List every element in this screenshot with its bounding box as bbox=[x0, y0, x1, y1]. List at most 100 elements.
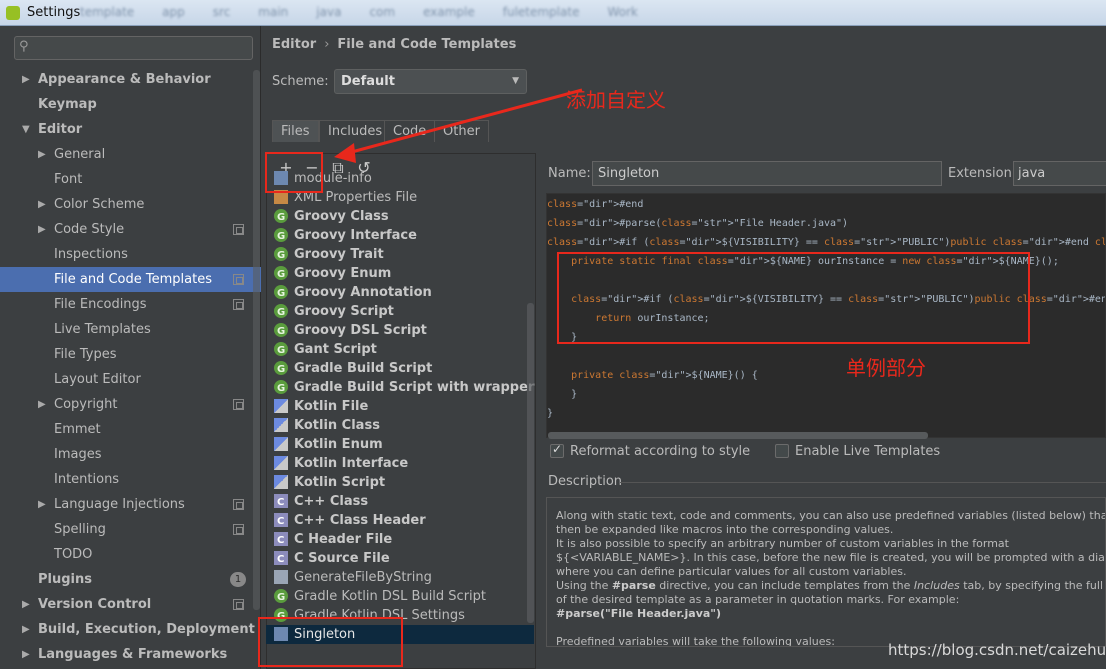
project-scope-icon bbox=[233, 274, 244, 285]
groovy-icon bbox=[274, 227, 288, 246]
expand-arrow-right-icon[interactable]: ▶ bbox=[38, 492, 46, 517]
template-item[interactable]: Kotlin Class bbox=[274, 416, 536, 435]
sidebar-item-inspections[interactable]: Inspections bbox=[0, 242, 261, 267]
description-line: #parse("File Header.java") bbox=[556, 607, 722, 620]
template-item[interactable]: Kotlin Enum bbox=[274, 435, 536, 454]
template-item[interactable]: C++ Class bbox=[274, 492, 536, 512]
breadcrumb-root: Editor bbox=[272, 37, 317, 52]
sidebar-item-images[interactable]: Images bbox=[0, 442, 261, 467]
template-item[interactable]: Gradle Build Script with wrapper bbox=[274, 378, 536, 398]
sidebar-item-label: File and Code Templates bbox=[54, 272, 212, 287]
sidebar-item-general[interactable]: ▶ General bbox=[0, 142, 261, 167]
sidebar-item-layout-editor[interactable]: Layout Editor bbox=[0, 367, 261, 392]
groovy-icon bbox=[274, 246, 288, 265]
expand-arrow-right-icon[interactable]: ▶ bbox=[38, 217, 46, 242]
annotation-arrow bbox=[334, 88, 583, 163]
sidebar-item-copyright[interactable]: ▶ Copyright bbox=[0, 392, 261, 417]
expand-arrow-right-icon[interactable]: ▶ bbox=[22, 592, 30, 617]
template-item[interactable]: Groovy Annotation bbox=[274, 283, 536, 303]
sidebar-item-intentions[interactable]: Intentions bbox=[0, 467, 261, 492]
sidebar-item-version-control[interactable]: ▶ Version Control bbox=[0, 592, 261, 617]
code-highlight-box bbox=[557, 252, 1030, 344]
template-item[interactable]: Gradle Kotlin DSL Build Script bbox=[274, 587, 536, 607]
template-item-label: GenerateFileByString bbox=[294, 570, 432, 585]
sidebar-item-label: Languages & Frameworks bbox=[38, 647, 228, 662]
sidebar-item-editor[interactable]: ▼ Editor bbox=[0, 117, 261, 142]
sidebar-item-live-templates[interactable]: Live Templates bbox=[0, 317, 261, 342]
kotlin-icon bbox=[274, 475, 288, 489]
sidebar-item-color-scheme[interactable]: ▶ Color Scheme bbox=[0, 192, 261, 217]
description-line: ${<VARIABLE_NAME>}. In this case, before… bbox=[556, 551, 1106, 564]
sidebar-item-language-injections[interactable]: ▶ Language Injections bbox=[0, 492, 261, 517]
sidebar-item-build-execution-deployment[interactable]: ▶ Build, Execution, Deployment bbox=[0, 617, 261, 642]
template-item[interactable]: C Header File bbox=[274, 530, 536, 550]
template-item[interactable]: Gradle Build Script bbox=[274, 359, 536, 379]
sidebar-item-languages-frameworks[interactable]: ▶ Languages & Frameworks bbox=[0, 642, 261, 667]
sidebar-item-plugins[interactable]: Plugins 1 bbox=[0, 567, 261, 592]
template-item[interactable]: GenerateFileByString bbox=[274, 568, 536, 587]
blurred-crumb: main bbox=[258, 5, 289, 19]
sidebar-item-keymap[interactable]: Keymap bbox=[0, 92, 261, 117]
editor-horizontal-scrollbar[interactable] bbox=[548, 432, 928, 439]
template-item-label: Groovy DSL Script bbox=[294, 323, 427, 338]
template-item-label: Groovy Class bbox=[294, 209, 389, 224]
sidebar-item-emmet[interactable]: Emmet bbox=[0, 417, 261, 442]
tab-files[interactable]: Files bbox=[272, 120, 319, 142]
expand-arrow-right-icon[interactable]: ▶ bbox=[22, 67, 30, 92]
expand-arrow-right-icon[interactable]: ▶ bbox=[22, 617, 30, 642]
search-icon: ⚲ bbox=[19, 39, 29, 54]
template-item[interactable]: Groovy Trait bbox=[274, 245, 536, 265]
reformat-checkbox[interactable] bbox=[550, 442, 564, 458]
sidebar-item-file-encodings[interactable]: File Encodings bbox=[0, 292, 261, 317]
template-item-label: Gant Script bbox=[294, 342, 377, 357]
sidebar-item-file-types[interactable]: File Types bbox=[0, 342, 261, 367]
template-item[interactable]: C Source File bbox=[274, 549, 536, 569]
template-item[interactable]: Kotlin Interface bbox=[274, 454, 536, 473]
template-item[interactable]: Groovy Interface bbox=[274, 226, 536, 246]
sidebar-item-code-style[interactable]: ▶ Code Style bbox=[0, 217, 261, 242]
template-item[interactable]: Groovy Class bbox=[274, 207, 536, 227]
project-scope-icon bbox=[233, 599, 244, 610]
expand-arrow-right-icon[interactable]: ▶ bbox=[22, 642, 30, 667]
sidebar-item-label: Color Scheme bbox=[54, 197, 145, 212]
extension-input[interactable]: java bbox=[1013, 161, 1106, 186]
template-item-label: Kotlin Script bbox=[294, 475, 386, 490]
sidebar-item-label: Live Templates bbox=[54, 322, 151, 337]
template-item[interactable]: Groovy DSL Script bbox=[274, 321, 536, 341]
sidebar-item-todo[interactable]: TODO bbox=[0, 542, 261, 567]
template-item[interactable]: Kotlin Script bbox=[274, 473, 536, 492]
sidebar-scrollbar[interactable] bbox=[253, 70, 260, 610]
template-item[interactable]: Groovy Enum bbox=[274, 264, 536, 284]
cpp-file-icon bbox=[274, 531, 288, 550]
template-item-label: Kotlin Interface bbox=[294, 456, 409, 471]
template-item[interactable]: C++ Class Header bbox=[274, 511, 536, 531]
live-templates-label[interactable]: Enable Live Templates bbox=[795, 444, 940, 459]
expand-arrow-right-icon[interactable]: ▶ bbox=[38, 192, 46, 217]
sidebar-item-spelling[interactable]: Spelling bbox=[0, 517, 261, 542]
sidebar-item-font[interactable]: Font bbox=[0, 167, 261, 192]
sidebar-item-label: Appearance & Behavior bbox=[38, 72, 211, 87]
sidebar-item-file-and-code-templates[interactable]: File and Code Templates bbox=[0, 267, 261, 292]
code-line: class="dir">#parse(class="str">"File Hea… bbox=[547, 218, 849, 229]
sidebar-item-appearance-behavior[interactable]: ▶ Appearance & Behavior bbox=[0, 67, 261, 92]
cpp-file-icon bbox=[274, 550, 288, 569]
expand-arrow-right-icon[interactable]: ▶ bbox=[38, 392, 46, 417]
live-templates-checkbox[interactable] bbox=[775, 444, 789, 458]
singleton-highlight-box bbox=[258, 617, 403, 667]
breadcrumb-leaf: File and Code Templates bbox=[337, 37, 517, 52]
template-item[interactable]: Gant Script bbox=[274, 340, 536, 360]
sidebar-item-label: Emmet bbox=[54, 422, 101, 437]
settings-search-input[interactable]: ⚲ bbox=[14, 36, 253, 60]
groovy-icon bbox=[274, 360, 288, 379]
template-list-scrollbar[interactable] bbox=[527, 303, 534, 623]
settings-sidebar: ⚲ ▶ Appearance & Behavior Keymap ▼ Editor ▶ Ge… bbox=[0, 26, 261, 669]
code-line: class="dir">#if (class="dir">${VISIBILIT… bbox=[547, 237, 1106, 248]
reformat-label[interactable]: Reformat according to style bbox=[570, 444, 750, 459]
expand-arrow-down-icon[interactable]: ▼ bbox=[22, 117, 30, 142]
expand-arrow-right-icon[interactable]: ▶ bbox=[38, 142, 46, 167]
sidebar-item-label: Spelling bbox=[54, 522, 106, 537]
template-item[interactable]: Kotlin File bbox=[274, 397, 536, 416]
description-line: of the desired template as a parameter i… bbox=[556, 593, 960, 606]
template-name-input[interactable]: Singleton bbox=[592, 161, 942, 186]
template-item[interactable]: Groovy Script bbox=[274, 302, 536, 322]
